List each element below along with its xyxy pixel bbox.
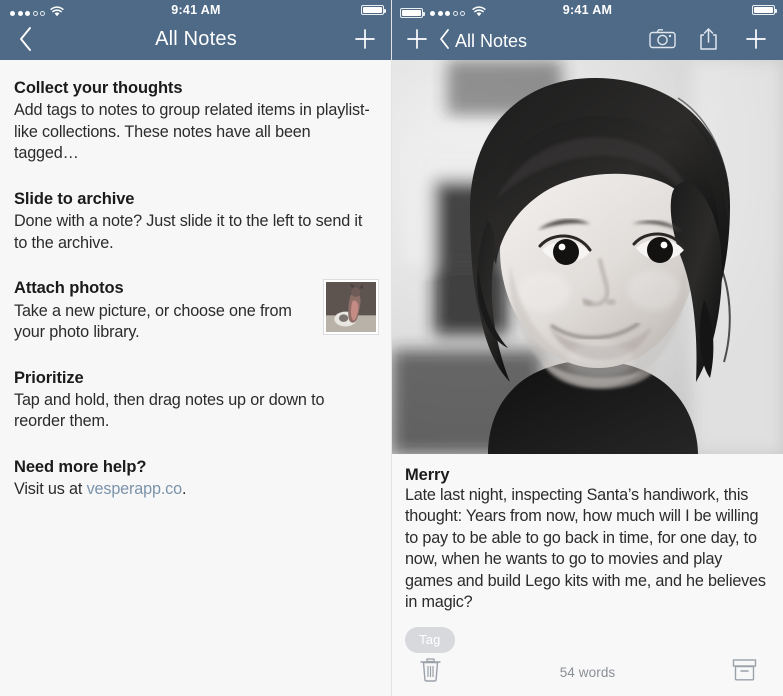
camera-button[interactable] [641, 22, 683, 60]
vesperapp-link[interactable]: vesperapp.co [87, 480, 183, 498]
note-detail-title: Merry [405, 466, 450, 484]
note-detail-text: Late last night, inspecting Santa’s hand… [405, 486, 766, 611]
note-title: Slide to archive [14, 189, 135, 208]
chevron-left-icon [438, 28, 451, 55]
battery-icon [361, 5, 386, 15]
left-chrome: 9:41 AM All Notes [0, 0, 392, 60]
note-preview-text: Visit us at [14, 480, 87, 499]
back-button-label: All Notes [455, 30, 528, 51]
left-nav-bar: All Notes [0, 22, 392, 60]
list-item[interactable]: Slide to archive Done with a note? Just … [0, 183, 392, 272]
note-title: Prioritize [14, 368, 84, 387]
archive-note-button[interactable] [723, 652, 767, 692]
trash-icon [419, 656, 442, 688]
note-title: Need more help? [14, 457, 147, 476]
share-button[interactable] [687, 22, 729, 60]
word-count-label: 54 words [559, 664, 616, 680]
status-bar-time-right: 9:41 AM [562, 3, 613, 17]
status-bar-right: 9:41 AM [392, 0, 783, 22]
status-bar-right-indicators [361, 5, 386, 15]
add-note-button[interactable] [344, 22, 386, 60]
note-preview: Add tags to notes to group related items… [14, 101, 370, 163]
list-item[interactable]: Attach photos Take a new picture, or cho… [0, 272, 392, 361]
plus-icon [405, 27, 429, 56]
list-item[interactable]: Prioritize Tap and hold, then drag notes… [0, 362, 392, 451]
photo-artwork [392, 60, 783, 454]
share-icon [698, 27, 719, 56]
right-chrome: 9:41 AM All Notes [392, 0, 783, 60]
right-nav-bar: All Notes [392, 22, 783, 60]
note-preview: Tap and hold, then drag notes up or down… [14, 390, 325, 431]
left-nav-title: All Notes [155, 28, 237, 50]
note-preview: Visit us at vesperapp.co. [14, 479, 378, 501]
dog-photo-thumbnail[interactable] [324, 280, 378, 335]
app-screen: 9:41 AM All Notes Collect your thoughts … [0, 0, 783, 696]
list-item[interactable]: Need more help? Visit us at vesperapp.co… [0, 451, 392, 519]
battery-icon [752, 5, 777, 15]
status-bar-left: 9:41 AM [0, 0, 392, 22]
child-portrait-photo[interactable] [392, 60, 783, 454]
add-note-button[interactable] [735, 22, 777, 60]
plus-icon [353, 27, 377, 56]
notes-list-pane: 9:41 AM All Notes Collect your thoughts … [0, 0, 392, 696]
note-detail-body[interactable]: Merry Late last night, inspecting Santa’… [392, 454, 783, 613]
note-bottom-toolbar: 54 words [392, 648, 783, 696]
status-bar-time-left: 9:41 AM [171, 3, 221, 17]
archive-box-icon [732, 658, 757, 686]
note-title: Collect your thoughts [14, 79, 183, 97]
back-to-all-notes-button[interactable]: All Notes [438, 22, 527, 60]
list-item[interactable]: Collect your thoughts Add tags to notes … [0, 72, 392, 183]
note-preview-suffix: . [181, 480, 187, 499]
notes-list: Collect your thoughts Add tags to notes … [0, 60, 392, 519]
status-bar-right-battery [752, 5, 777, 15]
add-note-button-left[interactable] [396, 22, 438, 60]
plus-icon [744, 27, 768, 56]
note-detail-pane: 9:41 AM All Notes Merry Late last night,… [392, 0, 783, 696]
delete-note-button[interactable] [408, 652, 452, 692]
camera-icon [648, 28, 676, 54]
note-preview: Done with a note? Just slide it to the l… [14, 212, 363, 252]
